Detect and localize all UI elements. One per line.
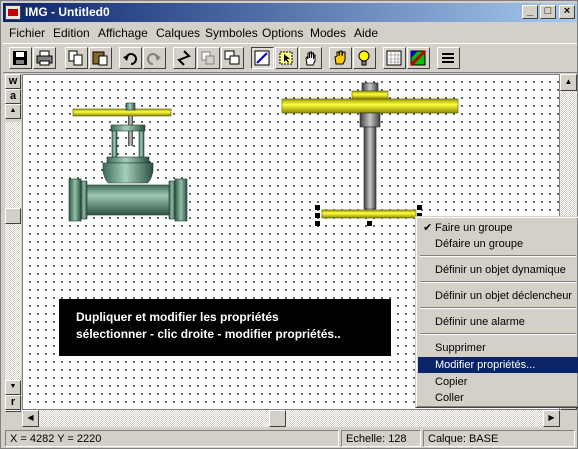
menu-calques[interactable]: Calques [156, 26, 200, 40]
menu-bar: Fichier Edition Affichage Calques Symbol… [3, 23, 577, 42]
zoom-up-button[interactable]: ▲ [5, 104, 21, 119]
scroll-right-button[interactable]: ▶ [543, 410, 560, 427]
undo-icon [123, 53, 137, 65]
handwheel-valve[interactable] [281, 82, 459, 219]
menu-edition[interactable]: Edition [53, 26, 90, 40]
app-icon[interactable] [5, 5, 21, 20]
menu-fichier[interactable]: Fichier [9, 26, 45, 40]
menu-separator [420, 255, 576, 257]
lamp-button[interactable] [353, 47, 376, 69]
paste-button[interactable] [89, 47, 112, 69]
menu-item-defaire-groupe[interactable]: Défaire un groupe [418, 236, 578, 252]
copy-icon [68, 50, 83, 66]
toolbar [3, 43, 577, 73]
horizontal-scrollbar[interactable]: ◀ ▶ [22, 410, 560, 427]
grab-button[interactable] [329, 47, 352, 69]
close-button[interactable]: × [559, 5, 575, 19]
menu-item-alarme[interactable]: Définir une alarme [418, 314, 578, 330]
copy-button[interactable] [65, 47, 88, 69]
yellow-hand-icon [334, 50, 346, 65]
menu-modes[interactable]: Modes [310, 26, 346, 40]
r-button[interactable]: r [5, 395, 21, 410]
menu-separator [420, 281, 576, 283]
scrollbar-corner [560, 410, 577, 427]
menu-options[interactable]: Options [262, 26, 303, 40]
horizontal-scroll-thumb[interactable] [269, 410, 286, 427]
application-window: IMG - Untitled0 _ □ × Fichier Edition Af… [0, 0, 578, 449]
select-button[interactable] [275, 47, 298, 69]
t-button[interactable]: t [5, 410, 21, 412]
link-button[interactable] [197, 47, 220, 69]
scroll-left-button[interactable]: ◀ [22, 410, 39, 427]
menu-item-objet-declencheur[interactable]: Définir un objet déclencheur [418, 288, 578, 304]
lightbulb-icon [358, 50, 370, 66]
redo-button[interactable] [143, 47, 166, 69]
status-bar: X = 4282 Y = 2220 Echelle: 128 Calque: B… [3, 429, 577, 448]
color-button[interactable] [407, 47, 430, 69]
rotate-icon [177, 50, 191, 66]
menu-lines-icon [442, 53, 454, 63]
selection-icon [279, 51, 293, 65]
rotate-button[interactable] [173, 47, 196, 69]
menu-item-modifier-proprietes[interactable]: Modifier propriétés... [418, 357, 578, 373]
zoom-track[interactable] [5, 122, 21, 380]
left-tool-strip: w a ▲ ▼ r t [3, 74, 21, 412]
layers-button[interactable] [437, 47, 460, 69]
menu-item-label: Faire un groupe [435, 222, 513, 234]
note-line-1: Dupliquer et modifier les propriétés [76, 310, 279, 324]
draw-line-button[interactable] [251, 47, 274, 69]
undo-button[interactable] [119, 47, 142, 69]
menu-affichage[interactable]: Affichage [98, 26, 148, 40]
print-button[interactable] [33, 47, 56, 69]
save-button[interactable] [9, 47, 32, 69]
context-menu: ✔ Faire un groupe Défaire un groupe Défi… [415, 216, 578, 408]
title-bar[interactable]: IMG - Untitled0 _ □ × [3, 3, 577, 22]
menu-item-objet-dynamique[interactable]: Définir un objet dynamique [418, 262, 578, 278]
menu-symboles[interactable]: Symboles [205, 26, 258, 40]
note-line-2: sélectionner - clic droite - modifier pr… [76, 327, 341, 341]
layer-indicator: Calque: BASE [423, 430, 575, 447]
link-icon [201, 51, 215, 65]
zoom-thumb[interactable] [5, 208, 21, 224]
menu-item-copier[interactable]: Copier [418, 374, 578, 390]
scroll-up-button[interactable]: ▲ [560, 74, 577, 91]
w-button[interactable]: w [5, 74, 21, 89]
menu-item-faire-groupe[interactable]: ✔ Faire un groupe [418, 220, 578, 236]
menu-separator [420, 307, 576, 309]
printer-icon [36, 50, 53, 66]
maximize-button[interactable]: □ [540, 5, 556, 19]
gate-valve[interactable] [68, 102, 188, 222]
group-button[interactable] [221, 47, 244, 69]
checkmark-icon: ✔ [423, 222, 433, 234]
floppy-icon [13, 51, 27, 65]
grid-icon [386, 50, 402, 66]
zoom-down-button[interactable]: ▼ [5, 380, 21, 395]
minimize-button[interactable]: _ [522, 5, 538, 19]
menu-aide[interactable]: Aide [354, 26, 378, 40]
scale-indicator: Echelle: 128 [341, 430, 421, 447]
menu-item-supprimer[interactable]: Supprimer [418, 340, 578, 356]
menu-item-coller[interactable]: Coller [418, 390, 578, 406]
hand-button[interactable] [299, 47, 322, 69]
paste-icon [92, 51, 108, 66]
line-tool-icon [254, 50, 270, 66]
a-button[interactable]: a [5, 89, 21, 104]
instruction-note: Dupliquer et modifier les propriétés sél… [59, 299, 391, 356]
cursor-coordinates: X = 4282 Y = 2220 [5, 430, 339, 447]
group-icon [224, 50, 240, 65]
grid-button[interactable] [383, 47, 406, 69]
hand-icon [305, 51, 316, 66]
menu-separator [420, 333, 576, 335]
redo-icon [147, 53, 161, 65]
color-icon [410, 50, 427, 66]
window-title: IMG - Untitled0 [25, 5, 110, 19]
